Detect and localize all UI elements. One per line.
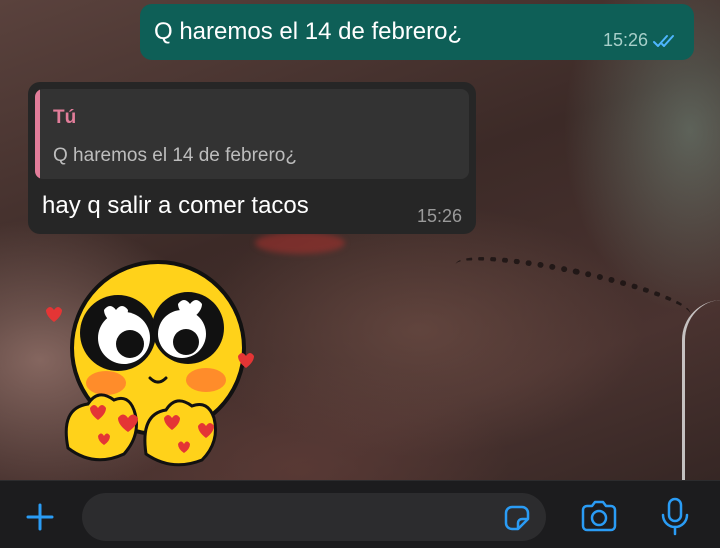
message-text: Q haremos el 14 de febrero¿	[154, 18, 463, 45]
camera-icon[interactable]	[576, 495, 622, 539]
quote-accent-bar	[35, 89, 40, 179]
composer-bar	[0, 480, 720, 548]
message-time: 15:26	[602, 30, 648, 50]
double-check-icon	[652, 33, 680, 49]
outgoing-message[interactable]: Q haremos el 14 de febrero¿ 15:26	[140, 4, 694, 60]
message-input[interactable]	[98, 493, 498, 541]
message-input-wrapper	[82, 493, 546, 541]
message-text: hay q salir a comer tacos	[42, 192, 309, 219]
plus-icon[interactable]	[18, 495, 62, 539]
message-meta: 15:26	[603, 30, 680, 51]
wallpaper-detail	[255, 232, 345, 254]
smiley-sticker[interactable]	[28, 248, 268, 488]
wallpaper-detail	[445, 243, 695, 363]
incoming-message[interactable]: Tú Q haremos el 14 de febrero¿ hay q sal…	[28, 82, 476, 234]
sticker-icon[interactable]	[502, 503, 532, 533]
quoted-message[interactable]: Tú Q haremos el 14 de febrero¿	[35, 89, 469, 179]
quote-text: Q haremos el 14 de febrero¿	[53, 145, 297, 166]
microphone-icon[interactable]	[652, 493, 698, 541]
message-time: 15:26	[416, 206, 462, 226]
quote-author: Tú	[53, 107, 77, 128]
